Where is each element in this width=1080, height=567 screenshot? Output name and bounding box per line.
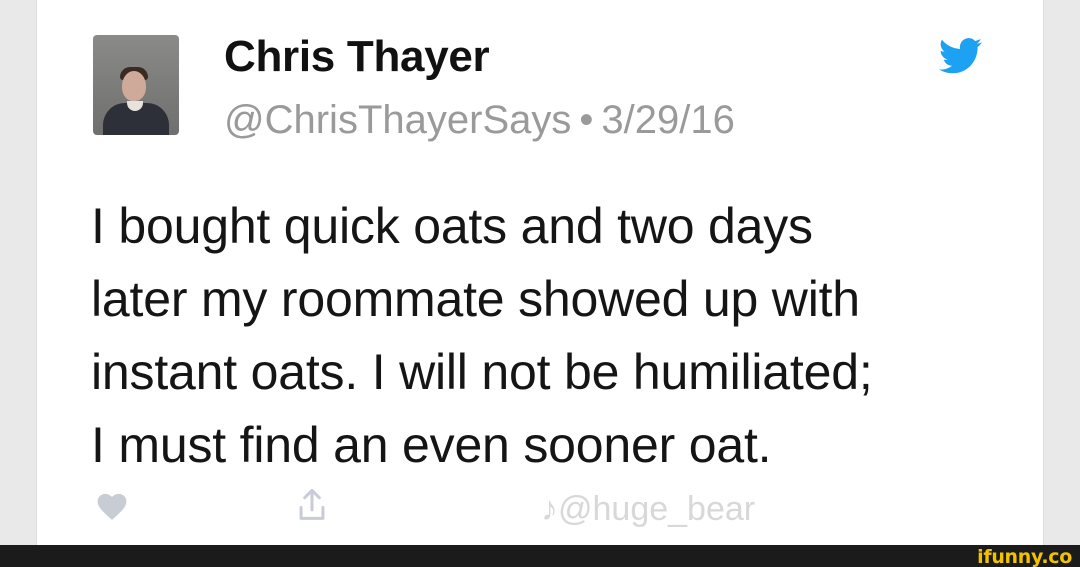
watermark-text: ♪@huge_bear <box>541 490 756 528</box>
tweet-line: I bought quick oats and two days <box>91 198 813 254</box>
avatar[interactable] <box>93 35 179 135</box>
meta-separator: • <box>579 98 594 142</box>
display-name[interactable]: Chris Thayer <box>224 32 490 82</box>
handle[interactable]: @ChrisThayerSays <box>224 98 571 142</box>
tweet-line: later my roommate showed up with <box>91 271 860 327</box>
tweet-line: I must find an even sooner oat. <box>91 417 772 473</box>
footer-bar: ifunny.co <box>0 545 1080 567</box>
twitter-bird-icon <box>939 38 982 74</box>
tweet-date[interactable]: 3/29/16 <box>601 98 734 142</box>
tweet-card: Chris Thayer @ChrisThayerSays • 3/29/16 I … <box>36 0 1044 545</box>
ifunny-logo[interactable]: ifunny.co <box>977 546 1072 567</box>
heart-icon[interactable] <box>97 492 127 522</box>
tweet-text: I bought quick oats and two days later m… <box>91 190 1051 482</box>
screenshot-frame: Chris Thayer @ChrisThayerSays • 3/29/16 I … <box>0 0 1080 567</box>
tweet-meta: @ChrisThayerSays • 3/29/16 <box>224 98 735 143</box>
share-icon[interactable] <box>297 488 327 522</box>
tweet-line: instant oats. I will not be humiliated; <box>91 344 873 400</box>
